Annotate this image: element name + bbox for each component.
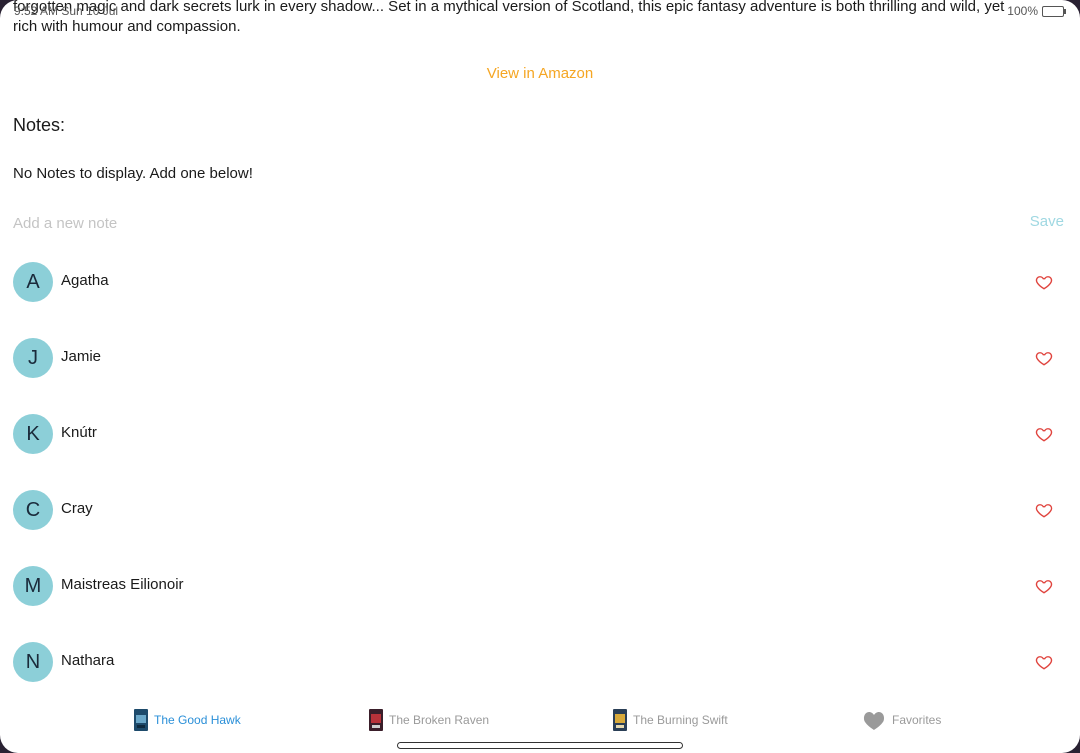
character-name: Jamie xyxy=(61,348,102,365)
tab-the-burning-swift[interactable]: The Burning Swift xyxy=(613,700,728,740)
status-date-text: Sun 10 Jul xyxy=(61,4,119,18)
tab-label: The Good Hawk xyxy=(154,713,241,727)
book-cover-icon xyxy=(613,709,627,731)
tab-label: The Broken Raven xyxy=(389,713,490,727)
character-avatar: A xyxy=(13,262,53,302)
tab-label: The Burning Swift xyxy=(633,713,728,727)
heart-icon[interactable] xyxy=(1035,349,1053,367)
character-row[interactable]: A Agatha xyxy=(0,243,1080,319)
battery-icon xyxy=(1042,5,1066,17)
tab-bar: The Good Hawk The Broken Raven The Burni… xyxy=(0,700,1080,740)
tab-favorites[interactable]: Favorites xyxy=(862,700,941,740)
tab-label: Favorites xyxy=(892,713,942,727)
heart-icon xyxy=(863,712,885,730)
character-name: Maistreas Eilionoir xyxy=(61,576,184,593)
status-right: 100% xyxy=(1007,4,1066,18)
character-avatar: C xyxy=(13,490,53,530)
character-row[interactable]: J Jamie xyxy=(0,319,1080,395)
no-notes-message: No Notes to display. Add one below! xyxy=(13,165,253,182)
status-time-text: 9:52 AM xyxy=(14,4,59,18)
home-indicator xyxy=(397,742,683,749)
character-avatar: K xyxy=(13,414,53,454)
app-screen: forgotten magic and dark secrets lurk in… xyxy=(0,0,1080,753)
character-row[interactable]: N Nathara xyxy=(0,623,1080,699)
tab-the-good-hawk[interactable]: The Good Hawk xyxy=(134,700,241,740)
book-cover-icon xyxy=(369,709,383,731)
save-note-button[interactable]: Save xyxy=(1030,213,1064,230)
character-name: Agatha xyxy=(61,272,109,289)
book-cover-icon xyxy=(134,709,148,731)
heart-icon[interactable] xyxy=(1035,273,1053,291)
character-name: Nathara xyxy=(61,652,115,669)
status-bar: 9:52 AM Sun 10 Jul 100% xyxy=(0,0,1080,22)
character-list: A Agatha J Jamie K Knútr C Cray M Maistr… xyxy=(0,243,1080,699)
character-name: Cray xyxy=(61,500,93,517)
add-note-input[interactable] xyxy=(13,211,993,235)
battery-percent: 100% xyxy=(1007,4,1038,18)
character-avatar: J xyxy=(13,338,53,378)
view-in-amazon-link[interactable]: View in Amazon xyxy=(0,65,1080,82)
heart-icon[interactable] xyxy=(1035,501,1053,519)
character-row[interactable]: C Cray xyxy=(0,471,1080,547)
character-row[interactable]: M Maistreas Eilionoir xyxy=(0,547,1080,623)
notes-title: Notes: xyxy=(13,115,66,135)
heart-icon[interactable] xyxy=(1035,577,1053,595)
character-avatar: N xyxy=(13,642,53,682)
character-name: Knútr xyxy=(61,424,97,441)
heart-icon[interactable] xyxy=(1035,425,1053,443)
heart-icon[interactable] xyxy=(1035,653,1053,671)
tab-the-broken-raven[interactable]: The Broken Raven xyxy=(369,700,489,740)
status-time: 9:52 AM Sun 10 Jul xyxy=(14,4,118,18)
character-row[interactable]: K Knútr xyxy=(0,395,1080,471)
character-avatar: M xyxy=(13,566,53,606)
